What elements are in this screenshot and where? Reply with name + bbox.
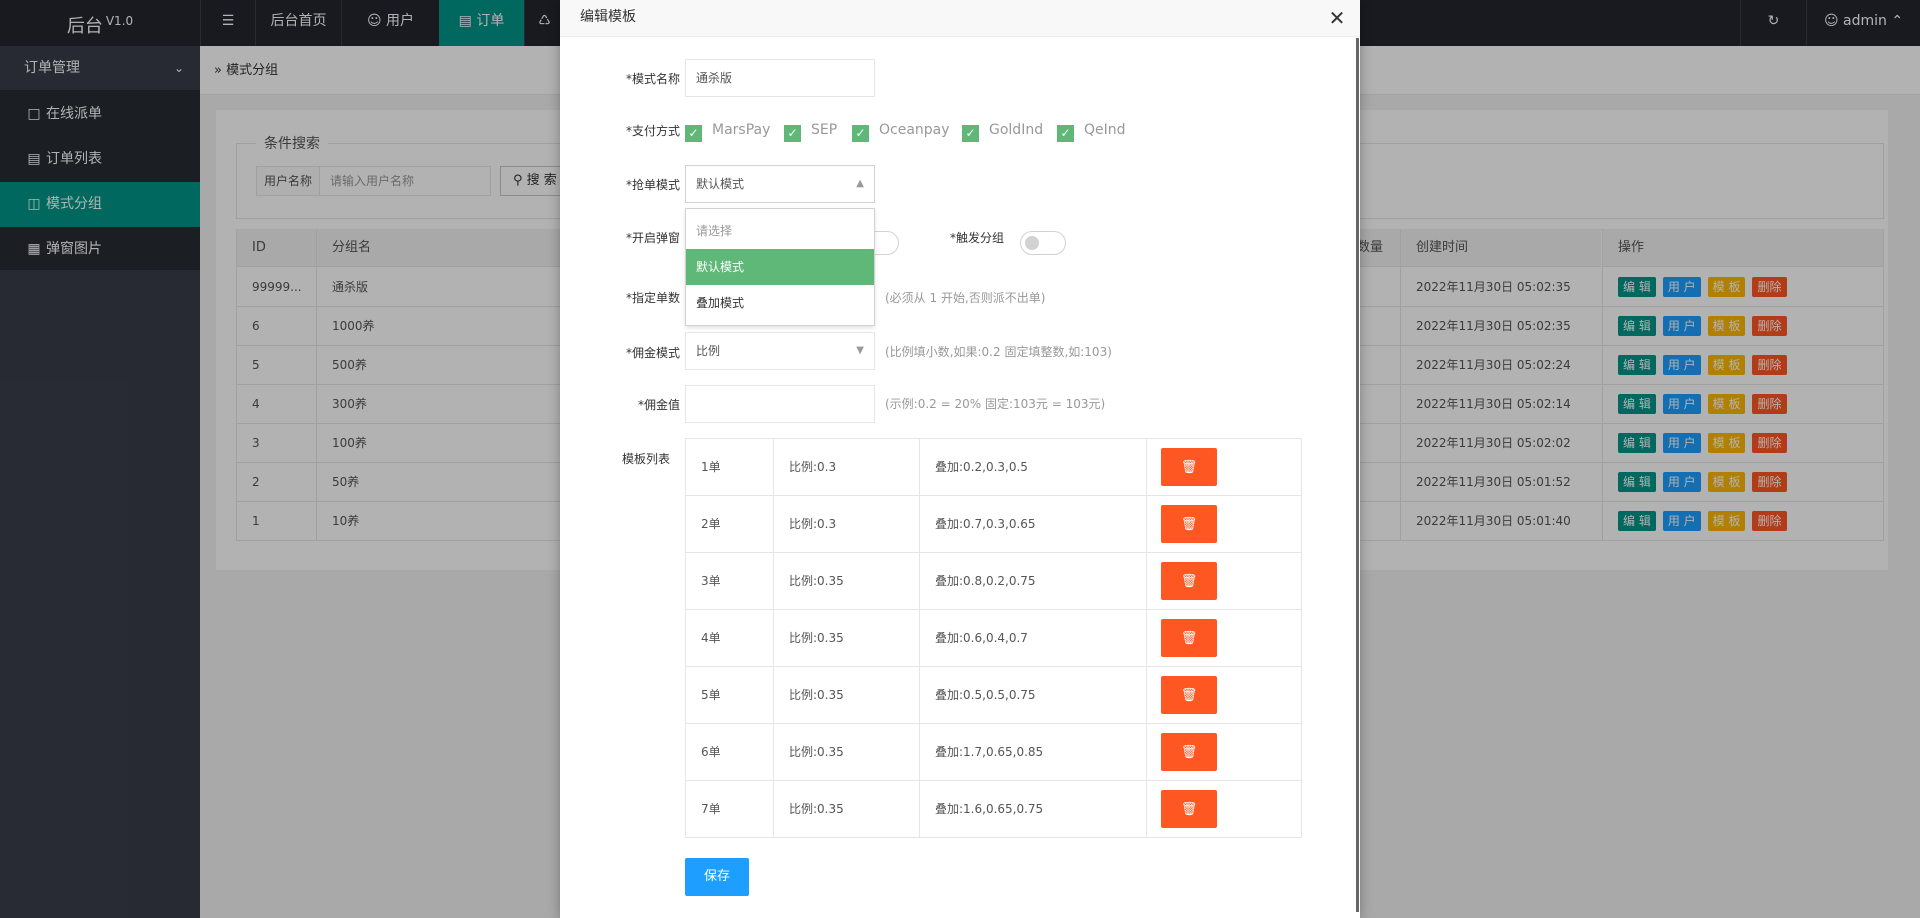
template-ratio: 比例:0.35 bbox=[774, 781, 920, 837]
commission-mode-hint: (比例填小数,如果:0.2 固定填整数,如:103) bbox=[885, 345, 1112, 359]
close-icon[interactable]: ✕ bbox=[1325, 4, 1349, 32]
template-row: 3单 比例:0.35 叠加:0.8,0.2,0.75 🗑 bbox=[686, 553, 1301, 610]
dropdown-option-stack[interactable]: 叠加模式 bbox=[686, 285, 874, 321]
commission-mode-select[interactable]: 比例 ▼ bbox=[685, 332, 875, 370]
template-row: 2单 比例:0.3 叠加:0.7,0.3,0.65 🗑 bbox=[686, 496, 1301, 553]
dropdown-option-placeholder[interactable]: 请选择 bbox=[686, 213, 874, 249]
checkbox-marspay[interactable]: ✓ MarsPay bbox=[685, 120, 771, 142]
template-ratio: 比例:0.35 bbox=[774, 667, 920, 723]
label-popup: *开启弹窗 bbox=[625, 231, 680, 245]
template-delete-button[interactable]: 🗑 bbox=[1161, 505, 1217, 543]
label-grab-mode: *抢单模式 bbox=[625, 178, 680, 192]
checkbox-label: MarsPay bbox=[712, 122, 771, 138]
checkbox-label: GoldInd bbox=[989, 122, 1044, 138]
trash-icon: 🗑 bbox=[1180, 460, 1198, 475]
template-ratio: 比例:0.3 bbox=[774, 496, 920, 552]
checkbox-goldind[interactable]: ✓ GoldInd bbox=[962, 120, 1044, 142]
trash-icon: 🗑 bbox=[1180, 574, 1198, 589]
template-delete-button[interactable]: 🗑 bbox=[1161, 562, 1217, 600]
commission-mode-value: 比例 bbox=[696, 344, 721, 358]
template-order: 3单 bbox=[686, 553, 774, 609]
mode-name-input[interactable]: 通杀版 bbox=[685, 59, 875, 97]
trash-icon: 🗑 bbox=[1180, 745, 1198, 760]
trash-icon: 🗑 bbox=[1180, 631, 1198, 646]
template-row: 5单 比例:0.35 叠加:0.5,0.5,0.75 🗑 bbox=[686, 667, 1301, 724]
save-button[interactable]: 保存 bbox=[685, 858, 749, 896]
template-row: 7单 比例:0.35 叠加:1.6,0.65,0.75 🗑 bbox=[686, 781, 1301, 838]
template-order: 5单 bbox=[686, 667, 774, 723]
template-order: 7单 bbox=[686, 781, 774, 837]
label-trigger-group: *触发分组 bbox=[950, 231, 1005, 245]
label-mode-name: *模式名称 bbox=[625, 72, 680, 86]
check-icon: ✓ bbox=[1057, 125, 1074, 142]
grab-mode-value: 默认模式 bbox=[696, 177, 745, 191]
check-icon: ✓ bbox=[962, 125, 979, 142]
label-commission-value: *佣金值 bbox=[637, 398, 680, 412]
template-stack: 叠加:0.5,0.5,0.75 bbox=[920, 667, 1147, 723]
template-stack: 叠加:0.8,0.2,0.75 bbox=[920, 553, 1147, 609]
template-row: 1单 比例:0.3 叠加:0.2,0.3,0.5 🗑 bbox=[686, 439, 1301, 496]
template-stack: 叠加:0.7,0.3,0.65 bbox=[920, 496, 1147, 552]
template-stack: 叠加:0.2,0.3,0.5 bbox=[920, 439, 1147, 495]
label-order-count: *指定单数 bbox=[625, 291, 680, 305]
template-ratio: 比例:0.3 bbox=[774, 439, 920, 495]
order-count-hint: (必须从 1 开始,否则派不出单) bbox=[885, 291, 1046, 305]
template-delete-button[interactable]: 🗑 bbox=[1161, 676, 1217, 714]
trash-icon: 🗑 bbox=[1180, 802, 1198, 817]
modal-title: 编辑模板 bbox=[560, 0, 1360, 37]
check-icon: ✓ bbox=[852, 125, 869, 142]
template-delete-button[interactable]: 🗑 bbox=[1161, 619, 1217, 657]
grab-mode-select[interactable]: 默认模式 ▲ bbox=[685, 165, 875, 203]
template-row: 4单 比例:0.35 叠加:0.6,0.4,0.7 🗑 bbox=[686, 610, 1301, 667]
checkbox-label: SEP bbox=[811, 122, 838, 138]
checkbox-label: QeInd bbox=[1084, 122, 1126, 138]
switch-knob bbox=[1025, 236, 1039, 250]
commission-value-input[interactable] bbox=[685, 385, 875, 423]
checkbox-qeind[interactable]: ✓ QeInd bbox=[1057, 120, 1126, 142]
template-order: 4单 bbox=[686, 610, 774, 666]
template-stack: 叠加:1.7,0.65,0.85 bbox=[920, 724, 1147, 780]
template-delete-button[interactable]: 🗑 bbox=[1161, 448, 1217, 486]
dropdown-option-default[interactable]: 默认模式 bbox=[686, 249, 874, 285]
template-ratio: 比例:0.35 bbox=[774, 553, 920, 609]
label-commission-mode: *佣金模式 bbox=[625, 346, 680, 360]
checkbox-sep[interactable]: ✓ SEP bbox=[784, 120, 838, 142]
template-delete-button[interactable]: 🗑 bbox=[1161, 733, 1217, 771]
template-ratio: 比例:0.35 bbox=[774, 724, 920, 780]
modal-scrollbar[interactable] bbox=[1356, 38, 1359, 912]
template-stack: 叠加:0.6,0.4,0.7 bbox=[920, 610, 1147, 666]
label-template-list: 模板列表 bbox=[621, 452, 670, 466]
template-ratio: 比例:0.35 bbox=[774, 610, 920, 666]
check-icon: ✓ bbox=[685, 125, 702, 142]
template-order: 2单 bbox=[686, 496, 774, 552]
template-row: 6单 比例:0.35 叠加:1.7,0.65,0.85 🗑 bbox=[686, 724, 1301, 781]
template-order: 6单 bbox=[686, 724, 774, 780]
template-stack: 叠加:1.6,0.65,0.75 bbox=[920, 781, 1147, 837]
check-icon: ✓ bbox=[784, 125, 801, 142]
caret-up-icon: ▲ bbox=[856, 178, 864, 189]
caret-down-icon: ▼ bbox=[856, 345, 864, 356]
checkbox-oceanpay[interactable]: ✓ Oceanpay bbox=[852, 120, 950, 142]
checkbox-label: Oceanpay bbox=[879, 122, 950, 138]
label-payment: *支付方式 bbox=[625, 124, 680, 138]
commission-value-hint: (示例:0.2 = 20% 固定:103元 = 103元) bbox=[885, 397, 1106, 411]
trash-icon: 🗑 bbox=[1180, 517, 1198, 532]
template-delete-button[interactable]: 🗑 bbox=[1161, 790, 1217, 828]
template-order: 1单 bbox=[686, 439, 774, 495]
trash-icon: 🗑 bbox=[1180, 688, 1198, 703]
trigger-group-switch[interactable] bbox=[1020, 231, 1066, 255]
